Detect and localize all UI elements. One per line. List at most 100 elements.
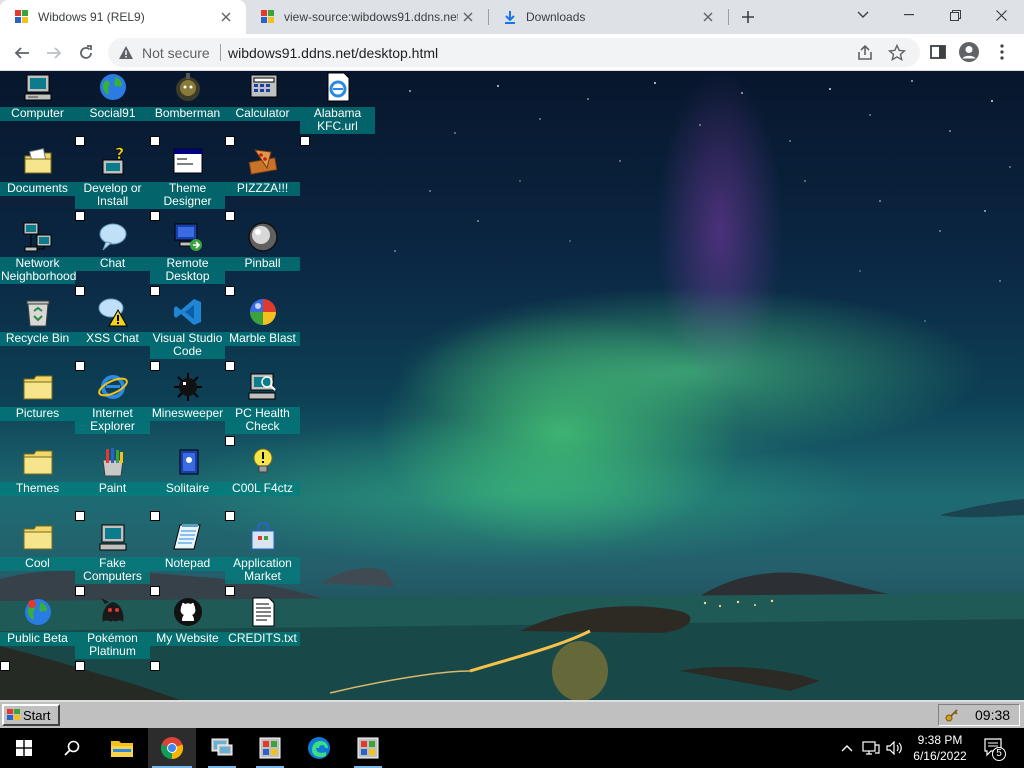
- desktop-icon-recycle-bin[interactable]: Recycle Bin: [0, 296, 75, 371]
- desktop-icon-calculator[interactable]: Calculator: [225, 71, 300, 146]
- tab-downloads[interactable]: Downloads: [488, 0, 728, 34]
- desktop-icon-internet-explorer[interactable]: Internet Explorer: [75, 371, 150, 446]
- folder-icon: [111, 741, 133, 757]
- desktop-icon-cool[interactable]: Cool: [0, 521, 75, 596]
- bookmark-star-icon[interactable]: [888, 44, 906, 62]
- desktop-icon-theme-designer[interactable]: Theme Designer: [150, 146, 225, 221]
- menu-kebab-icon[interactable]: [990, 40, 1014, 64]
- paint-icon: [97, 446, 129, 478]
- close-tab-icon[interactable]: [458, 7, 478, 27]
- side-panel-icon[interactable]: [926, 40, 950, 64]
- close-tab-icon[interactable]: [698, 7, 718, 27]
- desktop-icon-paint[interactable]: Paint: [75, 446, 150, 521]
- desktop-icon-pokemon-platinum[interactable]: Pokémon Platinum: [75, 596, 150, 671]
- desktop-icon-minesweeper[interactable]: Minesweeper: [150, 371, 225, 446]
- desktop[interactable]: Computer Documents Network Neighborhood …: [0, 71, 1024, 700]
- desktop-icon-notepad[interactable]: Notepad: [150, 521, 225, 596]
- security-status-label[interactable]: Not secure: [142, 45, 210, 61]
- win91-clock[interactable]: 09:38: [975, 707, 1010, 723]
- share-icon[interactable]: [856, 44, 874, 62]
- desktop-icon-label: Fake Computers: [75, 557, 150, 584]
- pc-health-icon: [247, 371, 279, 403]
- close-tab-icon[interactable]: [216, 7, 236, 27]
- profile-avatar-icon[interactable]: [957, 40, 981, 64]
- desktop-icon-marble-blast[interactable]: Marble Blast: [225, 296, 300, 371]
- folder-icon: [22, 521, 54, 553]
- desktop-icon-alabama-kfc-url[interactable]: Alabama KFC.url: [300, 71, 375, 146]
- minimize-button[interactable]: [886, 0, 932, 30]
- taskbar-app-win91-a[interactable]: [246, 728, 294, 768]
- reload-button[interactable]: [72, 39, 100, 67]
- show-hidden-icons-button[interactable]: [838, 728, 856, 768]
- desktop-icon-computer[interactable]: Computer: [0, 71, 75, 146]
- marble-icon: [247, 296, 279, 328]
- desktop-icon-network-neighborhood[interactable]: Network Neighborhood: [0, 221, 76, 296]
- desktop-icon-pinball[interactable]: Pinball: [225, 221, 300, 296]
- key-icon[interactable]: [945, 708, 959, 722]
- desktop-icon-label: Alabama KFC.url: [300, 107, 375, 134]
- shortcut-arrow-icon: [225, 286, 235, 296]
- volume-tray-button[interactable]: [884, 728, 906, 768]
- computer-icon: [211, 738, 233, 756]
- globe-icon: [22, 596, 54, 628]
- desktop-icon-label: C00L F4ctz: [225, 482, 300, 496]
- desktop-icon-label: Paint: [75, 482, 150, 496]
- forward-button[interactable]: [40, 39, 68, 67]
- taskbar-app-computers[interactable]: [198, 728, 246, 768]
- warning-triangle-icon[interactable]: [118, 45, 134, 61]
- action-center-button[interactable]: 5: [980, 728, 1010, 768]
- desktop-icon-public-beta[interactable]: Public Beta: [0, 596, 75, 671]
- taskbar-app-win91-b[interactable]: [344, 728, 392, 768]
- taskbar-file-explorer[interactable]: [98, 728, 146, 768]
- desktop-icon-label: PC Health Check: [225, 407, 300, 434]
- start-button[interactable]: Start: [2, 704, 60, 726]
- chat-bubble-icon: [97, 221, 129, 253]
- taskbar-chrome[interactable]: [148, 728, 196, 768]
- close-window-button[interactable]: [978, 0, 1024, 30]
- shortcut-arrow-icon: [225, 586, 235, 596]
- browser-toolbar: Not secure wibdows91.ddns.net/desktop.ht…: [0, 34, 1024, 71]
- desktop-icon-remote-desktop[interactable]: Remote Desktop: [150, 221, 225, 296]
- desktop-icon-pc-health-check[interactable]: PC Health Check: [225, 371, 300, 446]
- desktop-icon-credits-txt[interactable]: CREDITS.txt: [225, 596, 300, 671]
- desktop-icon-cool-factz[interactable]: C00L F4ctz: [225, 446, 300, 521]
- network-tray-button[interactable]: [860, 728, 882, 768]
- shortcut-arrow-icon: [225, 211, 235, 221]
- shortcut-arrow-icon: [150, 661, 160, 671]
- desktop-icon-fake-computers[interactable]: Fake Computers: [75, 521, 150, 596]
- new-tab-button[interactable]: [737, 6, 759, 28]
- taskbar-search-button[interactable]: [48, 728, 96, 768]
- desktop-icon-application-market[interactable]: Application Market: [225, 521, 300, 596]
- download-icon: [505, 11, 515, 24]
- desktop-icon-solitaire[interactable]: Solitaire: [150, 446, 225, 521]
- tab-wibdows91[interactable]: Wibdows 91 (REL9): [0, 0, 246, 34]
- desktop-icon-visual-studio-code[interactable]: Visual Studio Code: [150, 296, 225, 371]
- desktop-icon-bomberman[interactable]: Bomberman: [150, 71, 225, 146]
- shortcut-arrow-icon: [0, 661, 10, 671]
- desktop-icon-my-website[interactable]: My Website: [150, 596, 225, 671]
- desktop-icon-documents[interactable]: Documents: [0, 146, 75, 221]
- chevron-up-icon: [841, 745, 853, 752]
- tab-view-source[interactable]: view-source:wibdows91.ddns.net: [246, 0, 488, 34]
- desktop-icon-pizzza[interactable]: PIZZZA!!!: [225, 146, 300, 221]
- url-text[interactable]: wibdows91.ddns.net/desktop.html: [228, 45, 438, 61]
- desktop-icon-xss-chat[interactable]: XSS Chat: [75, 296, 150, 371]
- desktop-icon-develop-or-install[interactable]: ? Develop or Install: [75, 146, 150, 221]
- address-bar[interactable]: Not secure wibdows91.ddns.net/desktop.ht…: [108, 38, 920, 67]
- restore-button[interactable]: [932, 0, 978, 30]
- desktop-icon-pictures[interactable]: Pictures: [0, 371, 75, 446]
- shortcut-arrow-icon: [150, 136, 160, 146]
- desktop-icon-social91[interactable]: Social91: [75, 71, 150, 146]
- desktop-icon-chat[interactable]: Chat: [75, 221, 150, 296]
- shortcut-arrow-icon: [150, 361, 160, 371]
- windows-start-button[interactable]: [0, 728, 48, 768]
- back-button[interactable]: [8, 39, 36, 67]
- wibdows-favicon-icon: [261, 10, 274, 23]
- taskbar-edge[interactable]: [295, 728, 343, 768]
- taskbar-clock[interactable]: 9:38 PM 6/16/2022: [905, 732, 975, 764]
- tab-search-button[interactable]: [840, 0, 886, 30]
- svg-text:?: ?: [115, 146, 124, 163]
- desktop-icon-themes[interactable]: Themes: [0, 446, 75, 521]
- network-icon: [22, 221, 54, 253]
- clock-time: 9:38 PM: [917, 733, 963, 747]
